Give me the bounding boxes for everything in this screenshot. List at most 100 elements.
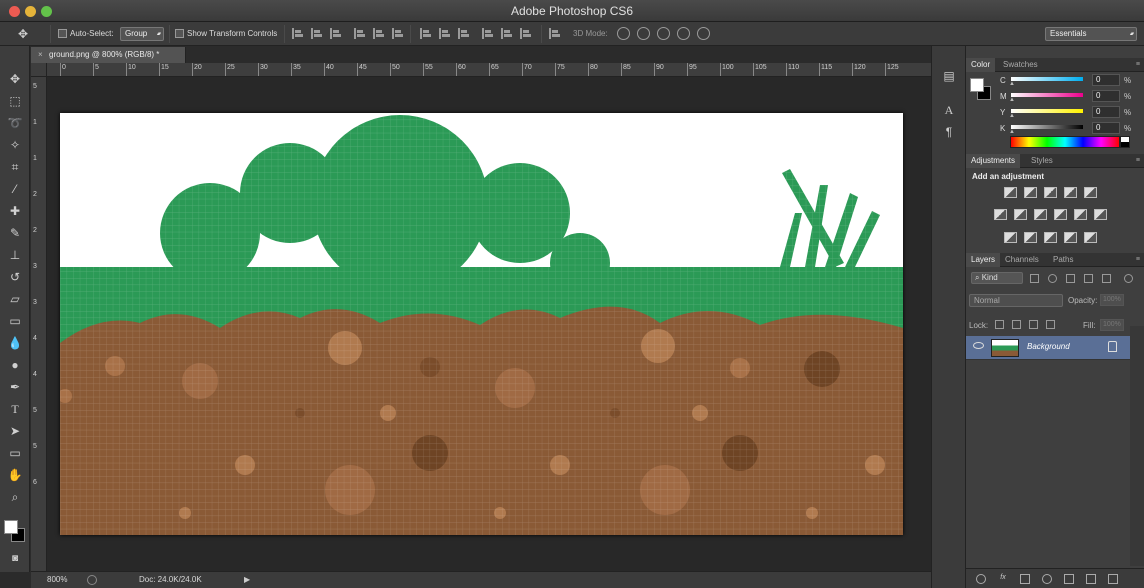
type-tool-icon[interactable]: T [6, 400, 24, 418]
move-tool-icon[interactable]: ✥ [6, 70, 24, 88]
tab-paths[interactable]: Paths [1048, 253, 1078, 267]
filter-adjustment-icon[interactable] [1048, 274, 1057, 283]
filter-type-icon[interactable] [1066, 274, 1075, 283]
exposure-icon[interactable] [1064, 187, 1077, 198]
distribute-right-icon[interactable] [520, 28, 531, 39]
photo-filter-icon[interactable] [1054, 209, 1067, 220]
distribute-vertical-center-icon[interactable] [439, 28, 450, 39]
path-selection-tool-icon[interactable]: ➤ [6, 422, 24, 440]
3d-roll-icon[interactable] [637, 27, 650, 40]
tab-styles[interactable]: Styles [1026, 154, 1058, 168]
delete-layer-icon[interactable] [1108, 574, 1118, 584]
distribute-horizontal-center-icon[interactable] [501, 28, 512, 39]
align-horizontal-center-icon[interactable] [373, 28, 384, 39]
channel-value-input[interactable]: 0 [1092, 90, 1120, 102]
auto-align-layers-icon[interactable] [549, 28, 560, 39]
color-lookup-icon[interactable] [1094, 209, 1107, 220]
blur-tool-icon[interactable]: 💧 [6, 334, 24, 352]
foreground-color-swatch[interactable] [4, 520, 18, 534]
close-document-icon[interactable]: × [38, 47, 43, 63]
3d-rotate-icon[interactable] [617, 27, 630, 40]
history-panel-icon[interactable]: ▤ [941, 68, 957, 84]
channel-value-input[interactable]: 0 [1092, 106, 1120, 118]
ruler-origin[interactable] [31, 63, 47, 77]
3d-pan-icon[interactable] [657, 27, 670, 40]
workspace-dropdown[interactable]: Essentials [1045, 27, 1137, 41]
opacity-input[interactable]: 100% [1100, 294, 1124, 306]
invert-icon[interactable] [1004, 232, 1017, 243]
paragraph-panel-icon[interactable]: ¶ [941, 124, 957, 140]
filter-shape-icon[interactable] [1084, 274, 1093, 283]
channel-value-input[interactable]: 0 [1092, 74, 1120, 86]
hand-tool-icon[interactable]: ✋ [6, 466, 24, 484]
selective-color-icon[interactable] [1064, 232, 1077, 243]
gradient-tool-icon[interactable]: ▭ [6, 312, 24, 330]
zoom-level[interactable]: 800% [47, 572, 67, 588]
new-layer-icon[interactable] [1086, 574, 1096, 584]
color-foreground-swatch[interactable] [970, 78, 984, 92]
move-tool-preset-icon[interactable]: ✥ [14, 25, 32, 43]
align-right-icon[interactable] [392, 28, 403, 39]
slider-thumb-icon[interactable]: ▲ [1009, 113, 1015, 119]
healing-brush-tool-icon[interactable]: ✚ [6, 202, 24, 220]
zoom-tool-icon[interactable]: ⌕ [6, 488, 24, 506]
brightness-contrast-icon[interactable] [1004, 187, 1017, 198]
dodge-tool-icon[interactable]: ● [6, 356, 24, 374]
curves-icon[interactable] [1044, 187, 1057, 198]
crop-tool-icon[interactable]: ⌗ [6, 158, 24, 176]
panel-menu-icon[interactable]: ≡ [1136, 256, 1140, 263]
filter-smart-object-icon[interactable] [1102, 274, 1111, 283]
color-spectrum-bar[interactable] [1010, 136, 1120, 148]
hue-saturation-icon[interactable] [994, 209, 1007, 220]
lock-transparent-icon[interactable] [995, 320, 1004, 329]
character-panel-icon[interactable]: A [941, 102, 957, 118]
channel-slider[interactable] [1011, 125, 1083, 129]
tab-channels[interactable]: Channels [1000, 253, 1044, 267]
show-transform-controls-checkbox[interactable]: Show Transform Controls [175, 27, 277, 41]
slider-thumb-icon[interactable]: ▲ [1009, 81, 1015, 87]
clone-stamp-tool-icon[interactable]: ⊥ [6, 246, 24, 264]
status-info-icon[interactable] [87, 575, 97, 585]
auto-select-dropdown[interactable]: Group [120, 27, 164, 41]
blend-mode-dropdown[interactable]: Normal [969, 294, 1063, 307]
channel-value-input[interactable]: 0 [1092, 122, 1120, 134]
threshold-icon[interactable] [1044, 232, 1057, 243]
distribute-left-icon[interactable] [482, 28, 493, 39]
tab-color[interactable]: Color [966, 58, 996, 72]
vertical-ruler[interactable]: 5 1 1 2 2 3 3 4 4 5 5 6 [31, 77, 47, 571]
pen-tool-icon[interactable]: ✒ [6, 378, 24, 396]
new-group-icon[interactable] [1064, 574, 1074, 584]
align-vertical-center-icon[interactable] [311, 28, 322, 39]
align-top-icon[interactable] [292, 28, 303, 39]
3d-scale-icon[interactable] [697, 27, 710, 40]
status-menu-arrow-icon[interactable]: ▶ [244, 572, 250, 588]
eraser-tool-icon[interactable]: ▱ [6, 290, 24, 308]
slider-thumb-icon[interactable]: ▲ [1009, 97, 1015, 103]
layer-filter-kind-dropdown[interactable]: ⌕ Kind [971, 272, 1023, 284]
channel-slider[interactable] [1011, 77, 1083, 81]
vibrance-icon[interactable] [1084, 187, 1097, 198]
channel-slider[interactable] [1011, 109, 1083, 113]
brush-tool-icon[interactable]: ✎ [6, 224, 24, 242]
channel-mixer-icon[interactable] [1074, 209, 1087, 220]
quick-mask-icon[interactable]: ◙ [6, 550, 24, 568]
auto-select-checkbox[interactable]: Auto-Select: [58, 27, 114, 41]
new-adjustment-layer-icon[interactable] [1042, 574, 1052, 584]
filter-toggle-icon[interactable] [1124, 274, 1133, 283]
align-left-icon[interactable] [354, 28, 365, 39]
layer-name[interactable]: Background [1027, 342, 1070, 351]
black-white-icon[interactable] [1034, 209, 1047, 220]
layers-scrollbar[interactable] [1130, 326, 1144, 566]
3d-slide-icon[interactable] [677, 27, 690, 40]
shape-tool-icon[interactable]: ▭ [6, 444, 24, 462]
lock-image-icon[interactable] [1012, 320, 1021, 329]
tab-adjustments[interactable]: Adjustments [966, 154, 1021, 168]
lasso-tool-icon[interactable]: ➰ [6, 114, 24, 132]
lock-position-icon[interactable] [1029, 320, 1038, 329]
eyedropper-tool-icon[interactable]: ⁄ [6, 180, 24, 198]
layer-row-background[interactable]: Background [966, 336, 1130, 360]
color-balance-icon[interactable] [1014, 209, 1027, 220]
layer-visibility-eye-icon[interactable] [973, 342, 984, 349]
distribute-bottom-icon[interactable] [458, 28, 469, 39]
document-tab[interactable]: ground.png @ 800% (RGB/8) * [31, 47, 186, 63]
